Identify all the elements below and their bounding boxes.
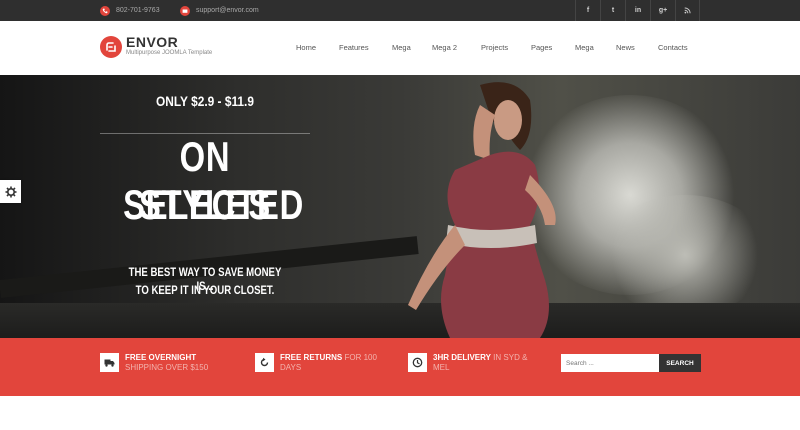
truck-icon xyxy=(100,353,119,372)
nav-mega[interactable]: Mega xyxy=(392,43,411,52)
mail-icon xyxy=(180,5,190,16)
content-area xyxy=(0,396,800,430)
brand-name: ENVOR xyxy=(126,34,179,50)
feature-free-overnight: FREE OVERNIGHT SHIPPING OVER $150 xyxy=(100,353,235,373)
nav-pages[interactable]: Pages xyxy=(531,43,552,52)
rss-icon[interactable] xyxy=(675,0,700,21)
phone-icon xyxy=(100,5,110,16)
google-plus-icon[interactable]: g+ xyxy=(650,0,675,21)
envor-logo-icon xyxy=(100,35,122,58)
nav-mega-2[interactable]: Mega 2 xyxy=(432,43,457,52)
settings-gear-button[interactable] xyxy=(0,180,21,203)
feature-title: FREE OVERNIGHT xyxy=(125,353,197,362)
hero-headline-line2: STYLES xyxy=(138,181,272,228)
feature-title: FREE RETURNS xyxy=(280,353,343,362)
facebook-icon[interactable]: f xyxy=(575,0,600,21)
site-header: ENVOR Multipurpose JOOMLA Template Home … xyxy=(0,21,800,75)
hero-slider: ONLY $2.9 - $11.9 ON SELECTED STYLES THE… xyxy=(0,75,800,338)
search-input[interactable] xyxy=(561,354,659,372)
hero-price: ONLY $2.9 - $11.9 xyxy=(156,93,254,109)
twitter-icon[interactable]: t xyxy=(600,0,625,21)
email-address[interactable]: support@envor.com xyxy=(196,7,259,14)
brand-tagline: Multipurpose JOOMLA Template xyxy=(126,50,213,56)
nav-mega-3[interactable]: Mega xyxy=(575,43,594,52)
feature-3hr-delivery: 3HR DELIVERY IN SYD & MEL xyxy=(408,353,543,373)
return-arrow-icon xyxy=(255,353,274,372)
phone-number: 802-701-9763 xyxy=(116,7,160,14)
logo[interactable]: ENVOR Multipurpose JOOMLA Template xyxy=(100,35,212,58)
page: 802-701-9763 support@envor.com f t in g+… xyxy=(0,0,800,430)
hero-subtitle-line2: TO KEEP IT IN YOUR CLOSET. xyxy=(135,283,275,297)
gear-icon xyxy=(5,186,16,197)
linkedin-icon[interactable]: in xyxy=(625,0,650,21)
feature-detail: SHIPPING OVER $150 xyxy=(125,363,209,372)
clock-icon xyxy=(408,353,427,372)
feature-free-returns: FREE RETURNS FOR 100 DAYS xyxy=(255,353,390,373)
feature-title: 3HR DELIVERY xyxy=(433,353,491,362)
email-contact[interactable]: support@envor.com xyxy=(180,0,259,21)
top-bar: 802-701-9763 support@envor.com f t in g+ xyxy=(0,0,800,21)
search-button[interactable]: SEARCH xyxy=(659,354,701,372)
search-form: SEARCH xyxy=(561,354,701,372)
nav-news[interactable]: News xyxy=(616,43,635,52)
nav-home[interactable]: Home xyxy=(296,43,316,52)
feature-bar: FREE OVERNIGHT SHIPPING OVER $150 FREE RE… xyxy=(0,338,800,396)
nav-projects[interactable]: Projects xyxy=(481,43,508,52)
social-links: f t in g+ xyxy=(575,0,700,21)
hero-model-image xyxy=(408,82,556,338)
phone-contact: 802-701-9763 xyxy=(100,0,160,21)
nav-contacts[interactable]: Contacts xyxy=(658,43,688,52)
nav-features[interactable]: Features xyxy=(339,43,369,52)
